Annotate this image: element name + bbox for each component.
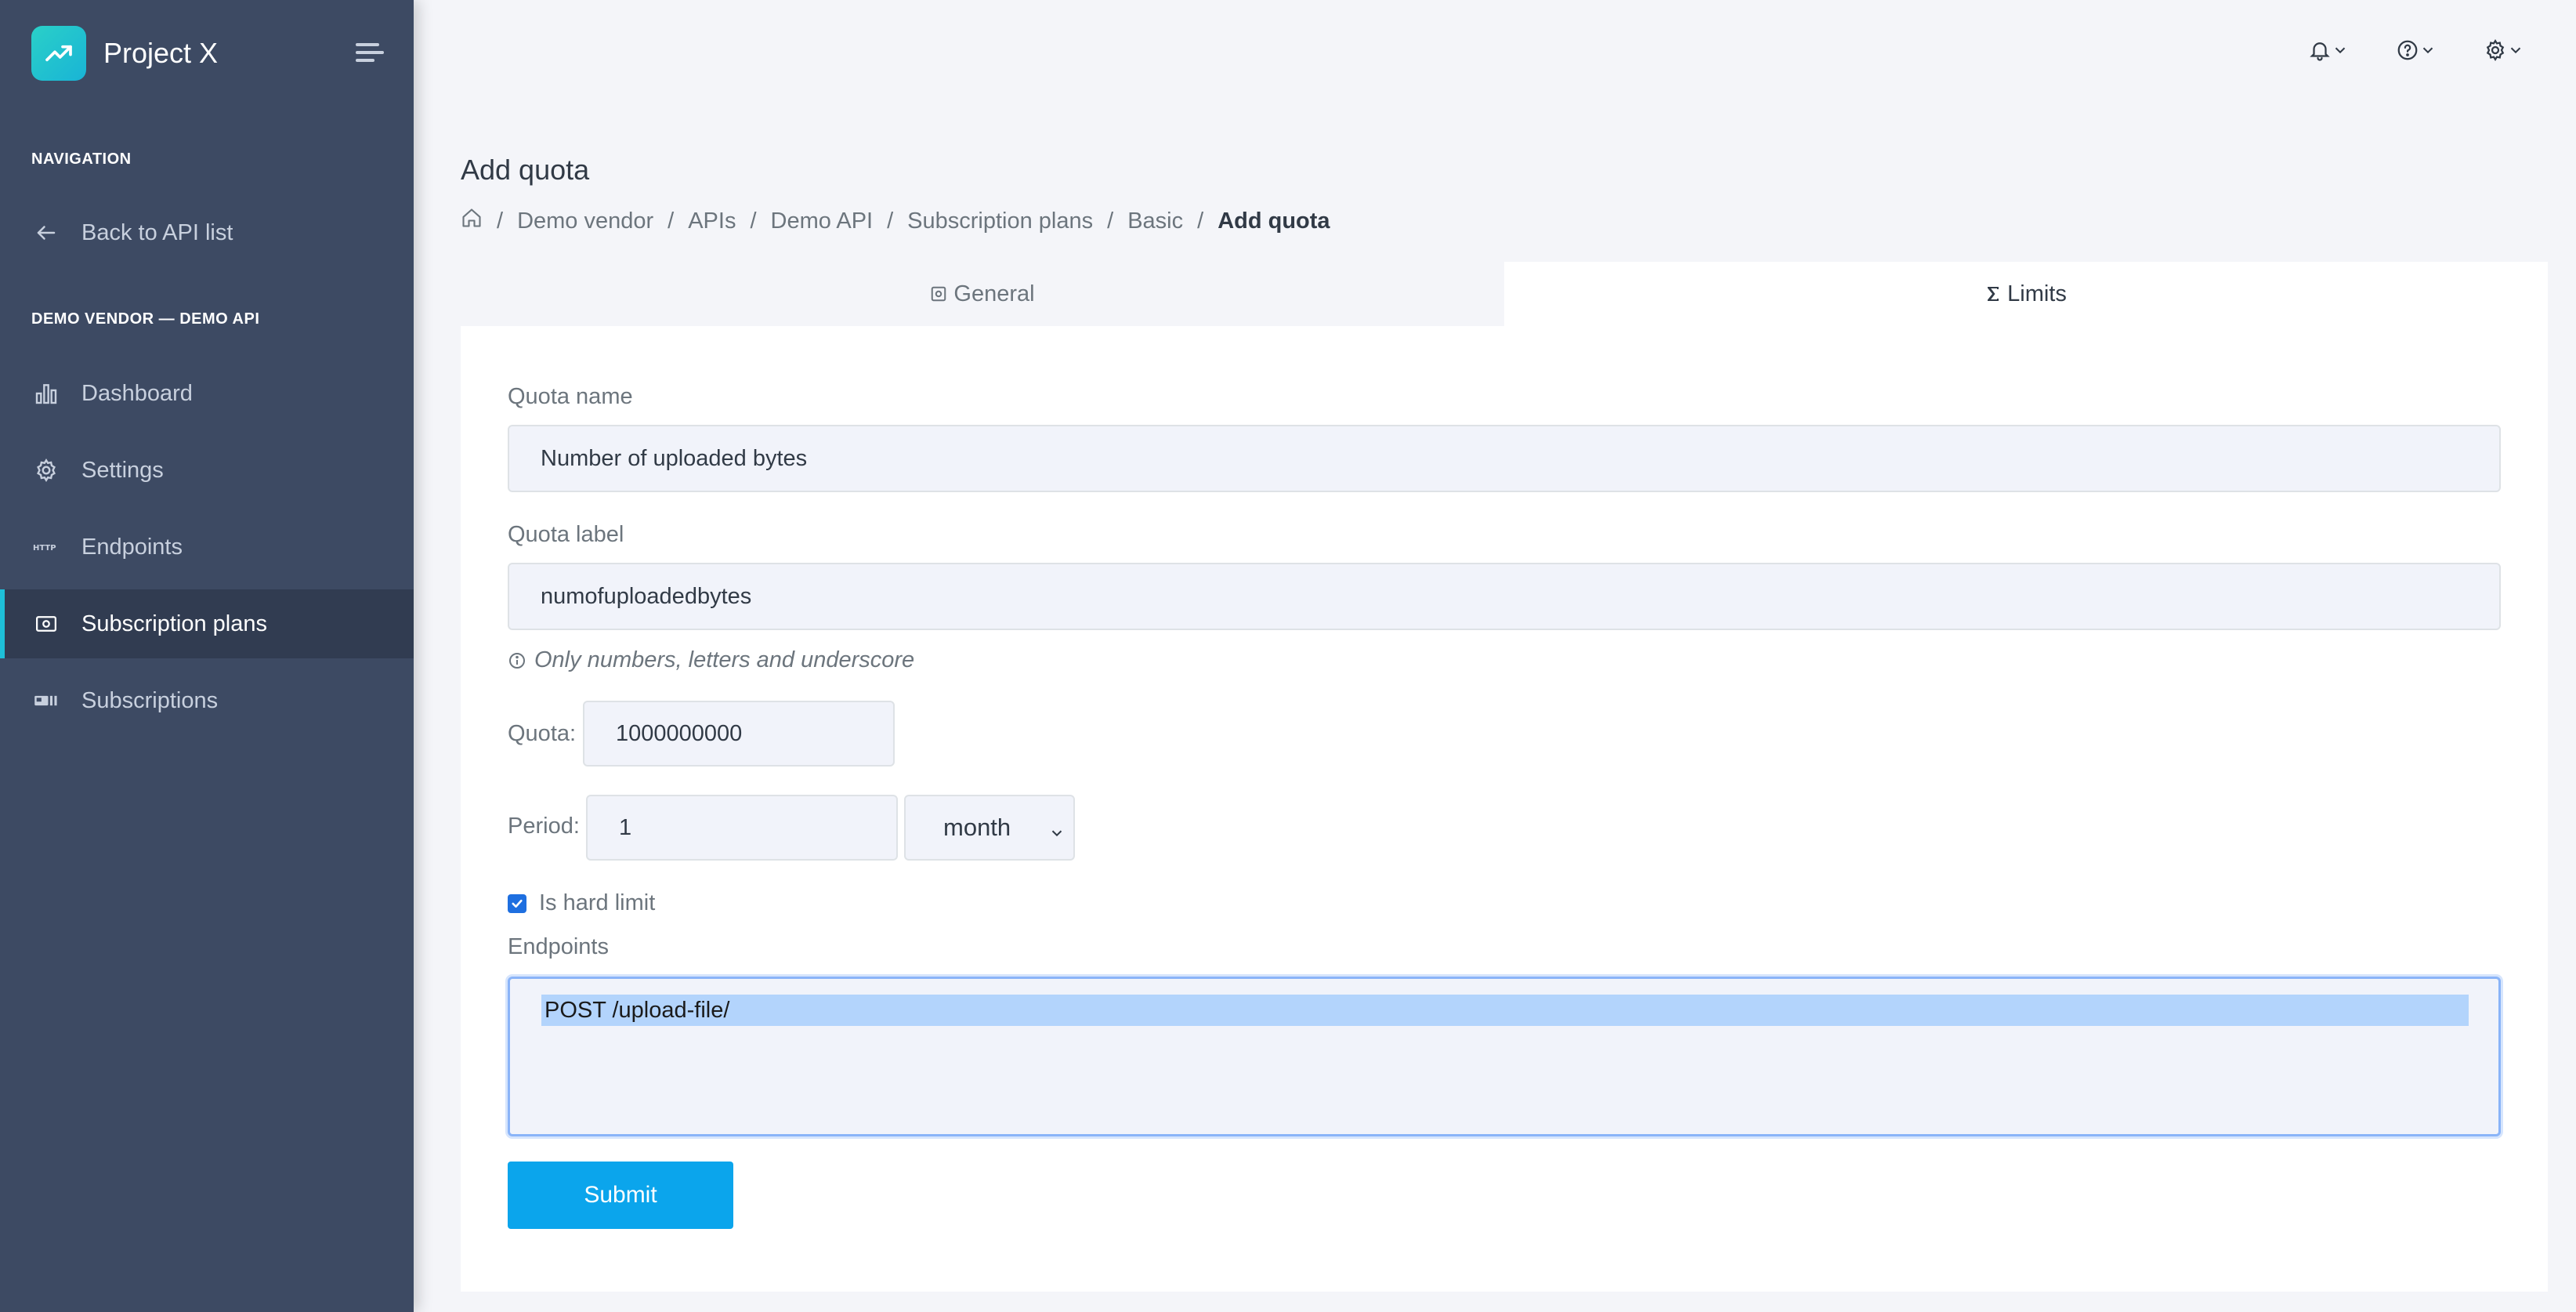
period-unit-select[interactable]: month xyxy=(904,795,1075,861)
id-card-icon xyxy=(33,687,60,714)
quota-name-label: Quota name xyxy=(508,384,633,409)
endpoints-label: Endpoints xyxy=(508,934,609,959)
trending-up-icon xyxy=(31,26,86,81)
hard-limit-label[interactable]: Is hard limit xyxy=(539,890,655,916)
sidebar-item-subscriptions[interactable]: Subscriptions xyxy=(0,666,414,735)
hard-limit-row: Is hard limit xyxy=(508,890,655,916)
svg-text:HTTP: HTTP xyxy=(33,544,56,553)
breadcrumb-item[interactable]: Demo API xyxy=(771,208,874,234)
navigation-heading: NAVIGATION xyxy=(31,150,132,168)
help-icon xyxy=(2396,38,2419,66)
menu-toggle-icon[interactable] xyxy=(354,41,384,64)
breadcrumb-item[interactable]: Demo vendor xyxy=(517,208,653,234)
tab-label: General xyxy=(953,281,1035,306)
sidebar-item-endpoints[interactable]: HTTP Endpoints xyxy=(0,513,414,582)
sidebar-item-label: Subscriptions xyxy=(81,687,219,713)
brand[interactable]: Project X xyxy=(31,26,218,81)
http-icon: HTTP xyxy=(33,534,60,560)
chevron-down-icon xyxy=(2332,42,2349,63)
breadcrumb-item[interactable]: Basic xyxy=(1127,208,1183,234)
chevron-down-icon xyxy=(2507,42,2524,63)
sidebar: Project X NAVIGATION Back to API list DE… xyxy=(0,0,414,1312)
period-label: Period: xyxy=(508,814,580,839)
home-icon[interactable] xyxy=(461,207,483,235)
info-icon xyxy=(508,651,526,670)
period-input[interactable] xyxy=(586,795,898,861)
sidebar-item-label: Dashboard xyxy=(81,380,193,406)
tab-limits[interactable]: Limits xyxy=(1504,262,2548,326)
quota-label-input[interactable] xyxy=(508,563,2501,630)
gear-icon xyxy=(33,457,60,484)
sidebar-item-settings[interactable]: Settings xyxy=(0,436,414,505)
sidebar-item-subscription-plans[interactable]: Subscription plans xyxy=(0,589,414,658)
tab-general[interactable]: General xyxy=(461,262,1504,326)
bar-chart-icon xyxy=(33,380,60,407)
endpoints-multiselect[interactable]: POST /upload-file/ xyxy=(508,977,2501,1136)
submit-button[interactable]: Submit xyxy=(508,1162,733,1229)
sigma-icon xyxy=(1985,285,2001,303)
sidebar-item-label: Subscription plans xyxy=(81,611,267,636)
settings-dropdown[interactable] xyxy=(2484,38,2524,66)
tab-label: Limits xyxy=(2007,281,2067,306)
sidebar-item-dashboard[interactable]: Dashboard xyxy=(0,359,414,428)
dollar-card-icon xyxy=(33,611,60,637)
gear-icon xyxy=(2484,38,2507,66)
arrow-left-icon xyxy=(33,219,60,246)
sidebar-item-label: Endpoints xyxy=(81,534,183,560)
notifications-dropdown[interactable] xyxy=(2308,38,2349,66)
breadcrumb-current: Add quota xyxy=(1217,208,1330,234)
chevron-down-icon xyxy=(2419,42,2437,63)
breadcrumb-item[interactable]: APIs xyxy=(688,208,736,234)
sidebar-item-label: Settings xyxy=(81,457,164,483)
endpoint-option[interactable]: POST /upload-file/ xyxy=(541,995,2469,1026)
bell-icon xyxy=(2308,38,2332,66)
chevron-down-icon xyxy=(1048,820,1065,848)
help-text: Only numbers, letters and underscore xyxy=(534,647,915,672)
quota-field-label: Quota: xyxy=(508,721,577,746)
quota-label-label: Quota label xyxy=(508,522,624,547)
section-heading: DEMO VENDOR — DEMO API xyxy=(31,310,260,328)
settings-box-icon xyxy=(930,285,947,303)
quota-label-help: Only numbers, letters and underscore xyxy=(508,647,914,673)
breadcrumb: / Demo vendor / APIs / Demo API / Subscr… xyxy=(461,207,1330,235)
help-dropdown[interactable] xyxy=(2396,38,2437,66)
quota-amount-input[interactable] xyxy=(583,701,895,767)
quota-name-input[interactable] xyxy=(508,425,2501,492)
breadcrumb-item[interactable]: Subscription plans xyxy=(907,208,1093,234)
period-unit-value: month xyxy=(943,814,1011,841)
back-label: Back to API list xyxy=(81,219,233,245)
hard-limit-checkbox[interactable] xyxy=(508,893,526,913)
page-title: Add quota xyxy=(461,154,590,186)
app-name: Project X xyxy=(103,37,219,69)
back-to-api-list-link[interactable]: Back to API list xyxy=(0,198,414,267)
tab-bar: General Limits xyxy=(461,262,2548,326)
